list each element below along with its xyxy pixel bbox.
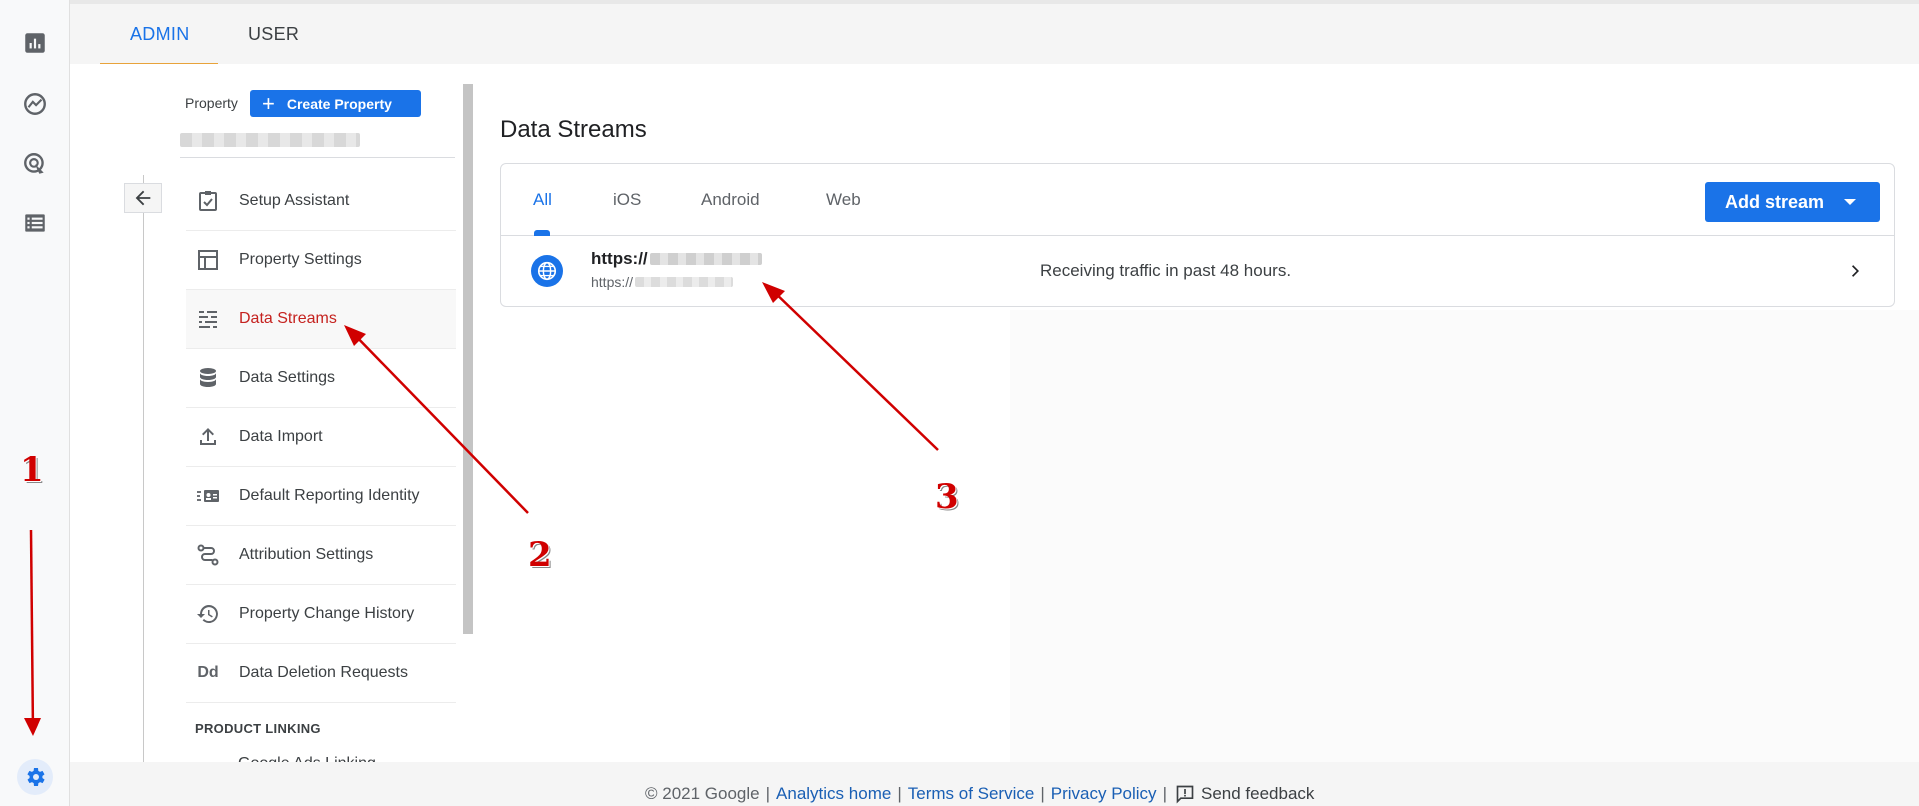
configure-icon[interactable] (20, 208, 50, 238)
menu-item-property-settings[interactable]: Property Settings (186, 231, 456, 290)
feedback-icon[interactable] (1175, 784, 1195, 804)
menu-item-label: Property Settings (239, 251, 362, 268)
terms-link[interactable]: Terms of Service (908, 784, 1035, 804)
menu-item-label: Default Reporting Identity (239, 487, 420, 504)
product-linking-heading: PRODUCT LINKING (195, 721, 321, 736)
menu-item-setup-assistant[interactable]: Setup Assistant (186, 172, 456, 231)
copyright: © 2021 Google (645, 784, 760, 803)
menu-item-property-change-history[interactable]: Property Change History (186, 585, 456, 644)
divider (180, 157, 455, 158)
add-stream-label: Add stream (1725, 191, 1825, 212)
footer: © 2021 Google | Analytics home | Terms o… (70, 762, 1919, 806)
menu-scrollbar[interactable] (463, 84, 473, 634)
deletion-icon: Dd (197, 664, 219, 681)
redacted-text (649, 253, 762, 265)
annotation-number-3: 3 (935, 477, 959, 517)
content-background (1010, 310, 1919, 762)
arrow-left-icon (135, 190, 151, 206)
create-property-button[interactable]: + Create Property (250, 90, 421, 117)
layout-icon (195, 247, 221, 273)
history-icon (195, 601, 221, 627)
menu-item-label: Property Change History (239, 605, 415, 622)
menu-item-attribution-settings[interactable]: Attribution Settings (186, 526, 456, 585)
tab-user[interactable]: USER (248, 24, 299, 45)
explore-icon[interactable] (20, 89, 50, 119)
checklist-icon (195, 188, 221, 214)
upload-icon (195, 424, 221, 450)
separator: | (1162, 784, 1167, 803)
menu-item-data-streams[interactable]: Data Streams (186, 290, 456, 349)
attribution-icon (195, 542, 221, 568)
tab-ios[interactable]: iOS (613, 190, 641, 210)
tab-android[interactable]: Android (701, 190, 760, 210)
separator: | (897, 784, 902, 803)
tab-admin[interactable]: ADMIN (130, 24, 190, 45)
property-label: Property (185, 95, 238, 111)
left-nav-rail (0, 0, 70, 806)
stream-url: https:// (591, 274, 734, 290)
menu-item-label: Data Settings (239, 369, 336, 386)
analytics-home-link[interactable]: Analytics home (776, 784, 891, 804)
reports-icon[interactable] (20, 28, 50, 58)
platform-tabs: All iOS Android Web Add stream (501, 164, 1894, 236)
stream-row[interactable]: https:// https:// Receiving traffic in p… (501, 236, 1894, 306)
menu-item-data-import[interactable]: Data Import (186, 408, 456, 467)
separator: | (765, 784, 771, 803)
stream-name: https:// (591, 249, 762, 269)
globe-icon (531, 255, 563, 287)
privacy-link[interactable]: Privacy Policy (1051, 784, 1157, 804)
tab-all[interactable]: All (533, 190, 552, 210)
stream-name-prefix: https:// (591, 249, 648, 268)
property-name-redacted[interactable] (180, 133, 360, 147)
redacted-text (635, 277, 734, 287)
annotation-number-1: 1 (20, 450, 44, 490)
data-streams-card: All iOS Android Web Add stream https:// … (500, 163, 1895, 307)
send-feedback-link[interactable]: Send feedback (1201, 784, 1314, 804)
dropdown-caret-icon (1844, 199, 1857, 205)
plus-icon: + (262, 90, 275, 116)
stream-url-prefix: https:// (591, 274, 634, 290)
separator: | (1040, 784, 1045, 803)
add-stream-button[interactable]: Add stream (1705, 182, 1880, 222)
identity-icon (195, 483, 221, 509)
page-title: Data Streams (500, 116, 647, 143)
menu-item-default-reporting-identity[interactable]: Default Reporting Identity (186, 467, 456, 526)
menu-item-label: Data Import (239, 428, 323, 445)
chevron-right-icon[interactable] (1846, 260, 1866, 282)
menu-item-label: Attribution Settings (239, 546, 374, 563)
menu-item-data-settings[interactable]: Data Settings (186, 349, 456, 408)
menu-item-label: Data Deletion Requests (239, 664, 408, 681)
advertising-icon[interactable] (20, 149, 50, 179)
menu-item-label: Setup Assistant (239, 192, 350, 209)
streams-icon (195, 306, 221, 332)
admin-user-tabbar: ADMIN USER (70, 0, 1919, 65)
menu-item-data-deletion-requests[interactable]: Dd Data Deletion Requests (186, 644, 456, 703)
back-button[interactable] (124, 183, 162, 213)
nav-tree-line (143, 175, 144, 762)
footer-links: © 2021 Google | Analytics home | Terms o… (645, 784, 1314, 804)
admin-gear-icon[interactable] (17, 759, 53, 795)
create-property-label: Create Property (286, 95, 392, 112)
menu-item-label: Data Streams (239, 310, 337, 327)
tab-web[interactable]: Web (826, 190, 861, 210)
annotation-number-2: 2 (528, 535, 552, 575)
stream-status: Receiving traffic in past 48 hours. (1040, 261, 1292, 280)
database-icon (195, 365, 221, 391)
property-menu: Setup Assistant Property Settings Data S… (186, 172, 456, 703)
